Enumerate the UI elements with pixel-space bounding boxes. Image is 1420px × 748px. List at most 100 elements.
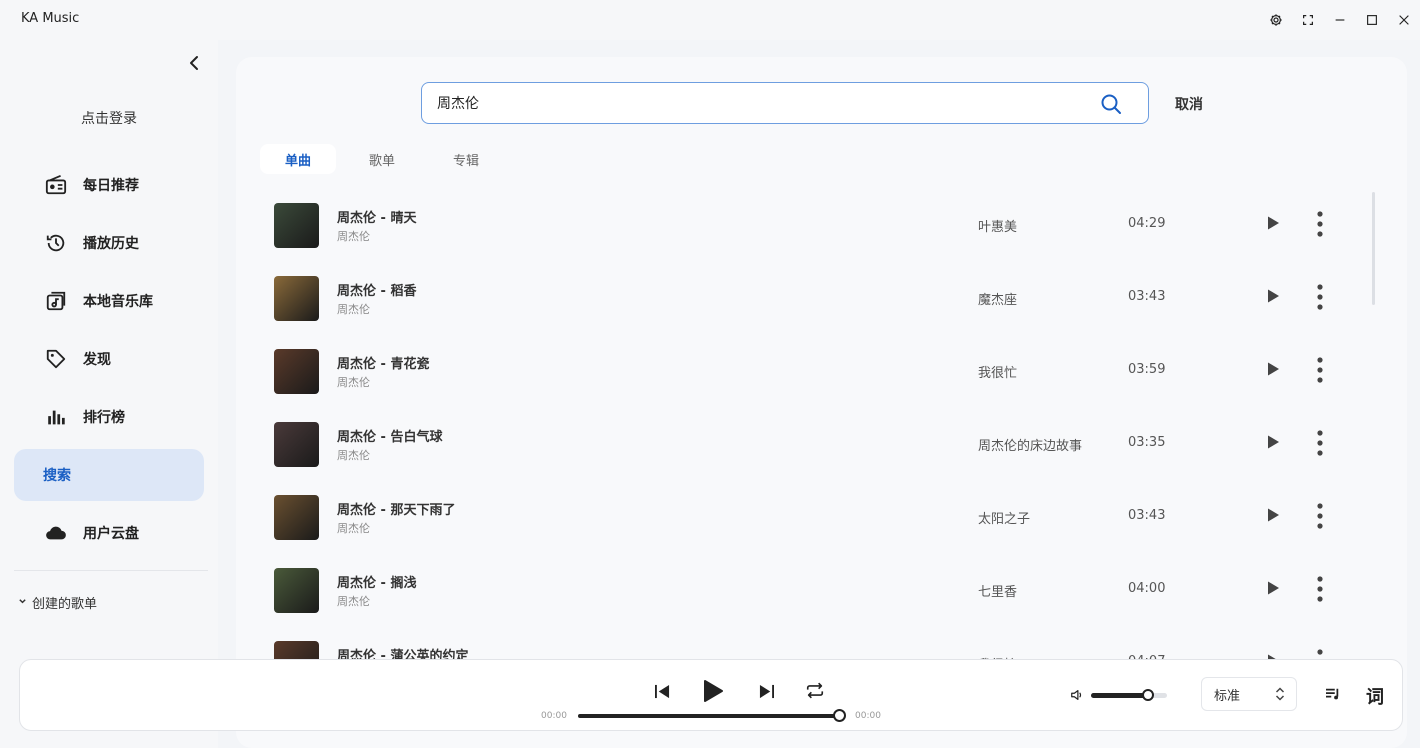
play-icon[interactable] [1265,288,1281,304]
chevron-down-icon [18,597,27,609]
more-vertical-icon[interactable] [1316,211,1324,237]
search-input[interactable] [437,95,1077,111]
song-duration: 03:43 [1128,508,1166,523]
playlist-queue-icon[interactable] [1323,685,1343,703]
play-icon[interactable] [1265,507,1281,523]
divider [14,570,208,571]
sidebar-item-cloud[interactable]: 用户云盘 [14,507,204,559]
search-box [421,82,1149,124]
more-vertical-icon[interactable] [1316,503,1324,529]
sidebar-item-charts[interactable]: 排行榜 [14,391,204,443]
more-vertical-icon[interactable] [1316,284,1324,310]
song-row[interactable]: 周杰伦 - 青花瓷 周杰伦 我很忙 03:59 [260,333,1370,406]
sidebar-item-local-library[interactable]: 本地音乐库 [14,275,204,327]
song-album[interactable]: 太阳之子 [978,508,1030,527]
sidebar-item-label: 搜索 [43,468,71,484]
album-cover [274,203,319,248]
song-title: 周杰伦 - 青花瓷 [337,357,430,372]
result-tabs: 单曲 歌单 专辑 [260,144,512,174]
song-album[interactable]: 七里香 [978,581,1017,600]
song-duration: 04:29 [1128,216,1166,231]
sidebar-item-label: 本地音乐库 [83,294,153,310]
song-album[interactable]: 我很忙 [978,362,1017,381]
maximize-icon[interactable] [1356,0,1388,40]
sidebar-item-label: 每日推荐 [83,178,139,194]
song-album[interactable]: 周杰伦的床边故事 [978,435,1082,454]
album-cover [274,349,319,394]
search-icon[interactable] [1100,93,1122,115]
title-bar: KA Music [0,0,1420,40]
sidebar-item-discover[interactable]: 发现 [14,333,204,385]
sidebar-item-daily[interactable]: 每日推荐 [14,159,204,211]
chevron-left-icon[interactable] [186,54,204,72]
song-album[interactable]: 魔杰座 [978,289,1017,308]
song-artist[interactable]: 周杰伦 [337,447,370,463]
more-vertical-icon[interactable] [1316,576,1324,602]
volume-slider[interactable] [1091,693,1167,698]
sidebar-item-label: 播放历史 [83,236,139,252]
updown-chevron-icon [1274,686,1286,702]
song-duration: 03:35 [1128,435,1166,450]
play-icon[interactable] [1265,215,1281,231]
lyrics-button[interactable]: 词 [1366,683,1384,709]
settings-icon[interactable] [1260,0,1292,40]
song-artist[interactable]: 周杰伦 [337,593,370,609]
song-row[interactable]: 周杰伦 - 告白气球 周杰伦 周杰伦的床边故事 03:35 [260,406,1370,479]
song-duration: 03:59 [1128,362,1166,377]
volume-icon[interactable] [1069,687,1085,703]
play-icon[interactable] [1265,580,1281,596]
song-artist[interactable]: 周杰伦 [337,228,370,244]
song-album[interactable]: 叶惠美 [978,216,1017,235]
song-row[interactable]: 周杰伦 - 搁浅 周杰伦 七里香 04:00 [260,552,1370,625]
created-playlists-toggle[interactable]: 创建的歌单 [18,593,97,612]
tab-songs[interactable]: 单曲 [260,144,336,174]
song-duration: 03:43 [1128,289,1166,304]
play-icon[interactable] [1265,361,1281,377]
song-title: 周杰伦 - 告白气球 [337,430,443,445]
history-icon [44,231,68,255]
song-title: 周杰伦 - 稻香 [337,284,417,299]
more-vertical-icon[interactable] [1316,357,1324,383]
sidebar-item-history[interactable]: 播放历史 [14,217,204,269]
song-artist[interactable]: 周杰伦 [337,374,370,390]
close-icon[interactable] [1388,0,1420,40]
song-row[interactable]: 周杰伦 - 晴天 周杰伦 叶惠美 04:29 [260,187,1370,260]
minimize-icon[interactable] [1324,0,1356,40]
song-row[interactable]: 周杰伦 - 那天下雨了 周杰伦 太阳之子 03:43 [260,479,1370,552]
play-icon[interactable] [701,678,725,704]
player-bar: 00:00 00:00 标准 词 [19,659,1403,731]
next-icon[interactable] [756,682,776,700]
progress-knob[interactable] [833,709,846,722]
volume-knob[interactable] [1142,689,1154,701]
more-vertical-icon[interactable] [1316,430,1324,456]
fullscreen-icon[interactable] [1292,0,1324,40]
app-title: KA Music [21,11,80,26]
song-row[interactable]: 周杰伦 - 稻香 周杰伦 魔杰座 03:43 [260,260,1370,333]
song-artist[interactable]: 周杰伦 [337,520,370,536]
previous-icon[interactable] [652,682,672,700]
play-icon[interactable] [1265,434,1281,450]
login-link[interactable]: 点击登录 [0,108,218,128]
tab-playlists[interactable]: 歌单 [344,144,420,174]
repeat-icon[interactable] [804,680,826,700]
quality-select[interactable]: 标准 [1201,677,1297,711]
sidebar-item-label: 排行榜 [83,410,125,426]
sidebar-item-search[interactable]: 搜索 [14,449,204,501]
song-title: 周杰伦 - 那天下雨了 [337,503,456,518]
album-cover [274,568,319,613]
song-list: 周杰伦 - 晴天 周杰伦 叶惠美 04:29 周杰伦 - 稻香 周杰伦 魔杰座 … [260,187,1370,698]
tag-icon [44,347,68,371]
scrollbar[interactable] [1372,192,1375,305]
sidebar: 点击登录 每日推荐 播放历史 本地音乐库 发现 排行榜 搜索 用户云盘 创建的歌… [0,40,218,748]
sidebar-item-label: 用户云盘 [83,526,139,542]
cancel-button[interactable]: 取消 [1175,94,1203,114]
song-title: 周杰伦 - 搁浅 [337,576,417,591]
song-title: 周杰伦 - 晴天 [337,211,417,226]
song-artist[interactable]: 周杰伦 [337,301,370,317]
main-panel: 取消 单曲 歌单 专辑 周杰伦 - 晴天 周杰伦 叶惠美 04:29 周杰伦 -… [236,57,1407,748]
created-playlists-label: 创建的歌单 [32,597,98,612]
window-controls [1260,0,1420,40]
chart-icon [44,405,68,429]
tab-albums[interactable]: 专辑 [428,144,504,174]
progress-bar[interactable] [578,714,840,718]
